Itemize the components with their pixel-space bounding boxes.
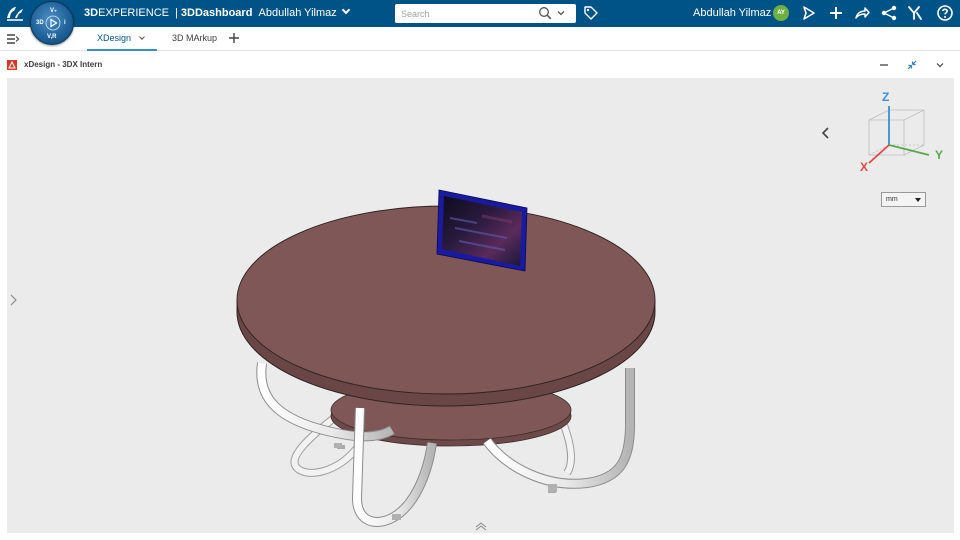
brand-title: 3DEXPERIENCE | 3DDashboard Abdullah Yilma… — [84, 0, 351, 27]
minimize-icon[interactable] — [877, 58, 891, 72]
network-icon[interactable] — [880, 4, 898, 22]
chevron-down-icon[interactable] — [933, 58, 947, 72]
search-box — [395, 4, 576, 23]
tab-label: 3D MArkup — [172, 33, 218, 43]
bottom-panel-toggle-icon[interactable] — [474, 521, 488, 531]
dropdown-arrow-icon — [915, 198, 921, 202]
z-axis-label: Z — [882, 90, 890, 104]
widget-header: xDesign - 3DX Intern — [0, 52, 960, 78]
tag-icon[interactable] — [583, 5, 599, 21]
user-name[interactable]: Abdullah Yilmaz — [693, 0, 771, 27]
xdesign-app-icon — [7, 60, 17, 70]
compass-bottom-label: V,R — [47, 34, 57, 40]
tab-label: XDesign — [97, 33, 132, 43]
compass-top-label: V₊ — [50, 8, 58, 14]
tools-icon[interactable] — [906, 4, 924, 22]
collapse-icon[interactable] — [905, 58, 919, 72]
left-panel-toggle-icon[interactable] — [9, 294, 19, 306]
x-axis-label: X — [860, 160, 869, 174]
y-axis-label: Y — [935, 148, 944, 162]
search-input[interactable] — [401, 6, 531, 21]
3d-viewport[interactable]: Z Y X mm — [7, 78, 954, 533]
dashboard-selector[interactable]: Abdullah Yilmaz — [258, 5, 351, 19]
help-icon[interactable] — [936, 4, 954, 22]
compass-right-label: i — [64, 20, 66, 26]
dassault-logo-icon[interactable] — [4, 2, 26, 24]
add-tab-icon[interactable] — [227, 31, 241, 45]
table-model[interactable] — [7, 78, 954, 533]
chevron-down-icon[interactable] — [139, 34, 145, 40]
chevron-down-icon — [341, 5, 351, 15]
brand-bold: 3D — [84, 7, 99, 19]
share-icon[interactable] — [800, 4, 818, 22]
chevron-left-icon[interactable] — [820, 126, 832, 140]
menu-icon[interactable] — [6, 32, 20, 46]
compass-button[interactable]: V₊ 3D i V,R — [30, 1, 74, 45]
orientation-triad[interactable]: Z Y X — [849, 90, 949, 180]
dashboard-owner: Abdullah Yilmaz — [258, 7, 337, 19]
search-options-chevron-icon[interactable] — [556, 8, 566, 18]
tab-bar: XDesign 3D MArkup — [0, 27, 960, 51]
avatar[interactable]: AY — [773, 5, 789, 21]
forward-icon[interactable] — [853, 4, 871, 22]
brand-separator: | — [175, 7, 178, 19]
tab-xdesign[interactable]: XDesign — [87, 27, 157, 51]
app-name: 3DDashboard — [180, 7, 253, 19]
widget-title: xDesign - 3DX Intern — [24, 60, 103, 69]
brand-rest: EXPERIENCE — [98, 7, 169, 19]
tab-3d-markup[interactable]: 3D MArkup — [172, 27, 217, 51]
unit-value: mm — [886, 196, 898, 203]
top-bar: V₊ 3D i V,R 3DEXPERIENCE | 3DDashboard Ab… — [0, 0, 960, 45]
search-icon[interactable] — [538, 6, 552, 20]
add-icon[interactable] — [827, 4, 845, 22]
play-icon — [45, 15, 61, 31]
unit-select[interactable]: mm — [881, 192, 926, 207]
compass-left-label: 3D — [36, 20, 44, 26]
